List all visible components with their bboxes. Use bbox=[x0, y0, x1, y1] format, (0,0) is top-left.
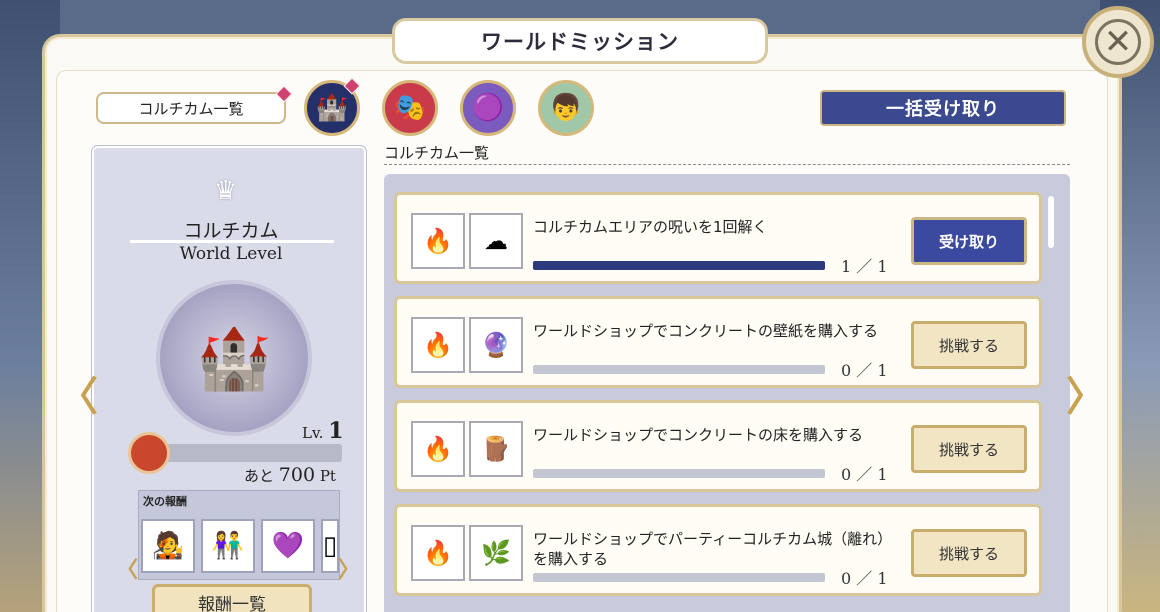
reward-glyph: 🪵 bbox=[481, 435, 511, 463]
reward-list-button[interactable]: 報酬一覧 bbox=[152, 584, 312, 612]
reward-icon-secondary[interactable]: ☁ bbox=[469, 213, 523, 269]
world-name: コルチカム bbox=[183, 220, 279, 242]
next-rewards-title: 次の報酬 bbox=[143, 495, 187, 508]
reward-icon-secondary[interactable]: 🪵 bbox=[469, 421, 523, 477]
remaining-unit: Pt bbox=[319, 467, 336, 485]
close-button[interactable]: ✕ bbox=[1082, 6, 1154, 78]
mission-title: コルチカムエリアの呪いを1回解く bbox=[533, 218, 768, 236]
scrollbar[interactable] bbox=[1048, 196, 1054, 248]
reward-icon-primary[interactable]: 🔥 bbox=[411, 525, 465, 581]
reward-glyph: 🔥 bbox=[423, 331, 453, 359]
close-icon: ✕ bbox=[1095, 19, 1141, 65]
world-level-panel: ♛ コルチカム World Level 🏰 Lv. 1 あと 700 Pt 次の… bbox=[91, 145, 367, 612]
world-level-label: World Level bbox=[179, 244, 283, 264]
category-select[interactable]: コルチカム一覧 bbox=[96, 92, 286, 124]
reward-thumbnail[interactable]: 👫 bbox=[201, 519, 255, 573]
mission-progress-bar bbox=[533, 261, 825, 270]
rewards-prev-arrow-icon[interactable]: 〈 bbox=[116, 552, 138, 584]
remaining-points: あと 700 Pt bbox=[244, 464, 336, 486]
reward-thumbnail[interactable]: 💜 bbox=[261, 519, 315, 573]
reward-icon-secondary[interactable]: 🔮 bbox=[469, 317, 523, 373]
reward-glyph: 🔥 bbox=[423, 435, 453, 463]
level-prefix: Lv. bbox=[302, 424, 324, 442]
mission-card: 🔥 🌿 ワールドショップでパーティーコルチカム城（離れ）を購入する 0 ／ 1 挑戦する bbox=[394, 504, 1042, 596]
character-avatar-3[interactable]: 👦 bbox=[538, 80, 594, 136]
mission-progress-bar bbox=[533, 365, 825, 374]
character-avatar-1[interactable]: 🎭 bbox=[382, 80, 438, 136]
reward-glyph: 🔥 bbox=[423, 539, 453, 567]
mission-title: ワールドショップでコンクリートの床を購入する bbox=[533, 426, 864, 444]
level-value: 1 bbox=[328, 418, 344, 444]
challenge-button[interactable]: 挑戦する bbox=[911, 425, 1027, 473]
world-level-progress-bar bbox=[166, 444, 342, 462]
reward-thumbnail[interactable]: ▯ bbox=[321, 519, 339, 573]
reward-glyph: 🔮 bbox=[481, 331, 511, 359]
bulk-claim-button[interactable]: 一括受け取り bbox=[820, 90, 1066, 126]
reward-glyph: 🔥 bbox=[423, 227, 453, 255]
window-title: ワールドミッション bbox=[392, 18, 768, 64]
world-level: Lv. 1 bbox=[302, 418, 344, 444]
mission-progress-bar bbox=[533, 573, 825, 582]
list-section-label: コルチカム一覧 bbox=[384, 144, 490, 162]
claim-button[interactable]: 受け取り bbox=[911, 217, 1027, 265]
remaining-value: 700 bbox=[278, 464, 316, 486]
reward-icon-primary[interactable]: 🔥 bbox=[411, 317, 465, 373]
character-avatar-2[interactable]: 🟣 bbox=[460, 80, 516, 136]
divider bbox=[384, 164, 1070, 165]
mission-card: 🔥 🪵 ワールドショップでコンクリートの床を購入する 0 ／ 1 挑戦する bbox=[394, 400, 1042, 492]
world-medal-icon: 🏰 bbox=[156, 280, 312, 436]
rewards-next-arrow-icon[interactable]: 〉 bbox=[338, 552, 360, 584]
mission-progress-fill bbox=[533, 261, 825, 270]
mission-progress-count: 0 ／ 1 bbox=[841, 465, 888, 484]
next-rewards-box: 次の報酬 🧑‍🎤 👫 💜 ▯ bbox=[138, 490, 340, 580]
point-icon bbox=[128, 432, 170, 474]
mission-card: 🔥 ☁ コルチカムエリアの呪いを1回解く 1 ／ 1 受け取り bbox=[394, 192, 1042, 284]
reward-glyph: ☁ bbox=[484, 227, 508, 255]
reward-thumbnail[interactable]: 🧑‍🎤 bbox=[141, 519, 195, 573]
reward-icon-primary[interactable]: 🔥 bbox=[411, 213, 465, 269]
reward-icon-primary[interactable]: 🔥 bbox=[411, 421, 465, 477]
mission-title: ワールドショップでコンクリートの壁紙を購入する bbox=[533, 322, 879, 340]
mission-card: 🔥 🔮 ワールドショップでコンクリートの壁紙を購入する 0 ／ 1 挑戦する bbox=[394, 296, 1042, 388]
divider bbox=[130, 240, 334, 243]
reward-glyph: 🌿 bbox=[481, 539, 511, 567]
crown-emblem-icon: ♛ bbox=[214, 176, 238, 206]
remaining-prefix: あと bbox=[244, 467, 275, 485]
mission-progress-count: 1 ／ 1 bbox=[841, 257, 888, 276]
mission-progress-count: 0 ／ 1 bbox=[841, 361, 888, 380]
challenge-button[interactable]: 挑戦する bbox=[911, 321, 1027, 369]
chevron-left-icon[interactable]: 〈 bbox=[58, 364, 98, 422]
challenge-button[interactable]: 挑戦する bbox=[911, 529, 1027, 577]
mission-title: ワールドショップでパーティーコルチカム城（離れ）を購入する bbox=[533, 530, 893, 568]
mission-progress-count: 0 ／ 1 bbox=[841, 569, 888, 588]
mission-progress-bar bbox=[533, 469, 825, 478]
reward-icon-secondary[interactable]: 🌿 bbox=[469, 525, 523, 581]
chevron-right-icon[interactable]: 〉 bbox=[1066, 364, 1106, 422]
